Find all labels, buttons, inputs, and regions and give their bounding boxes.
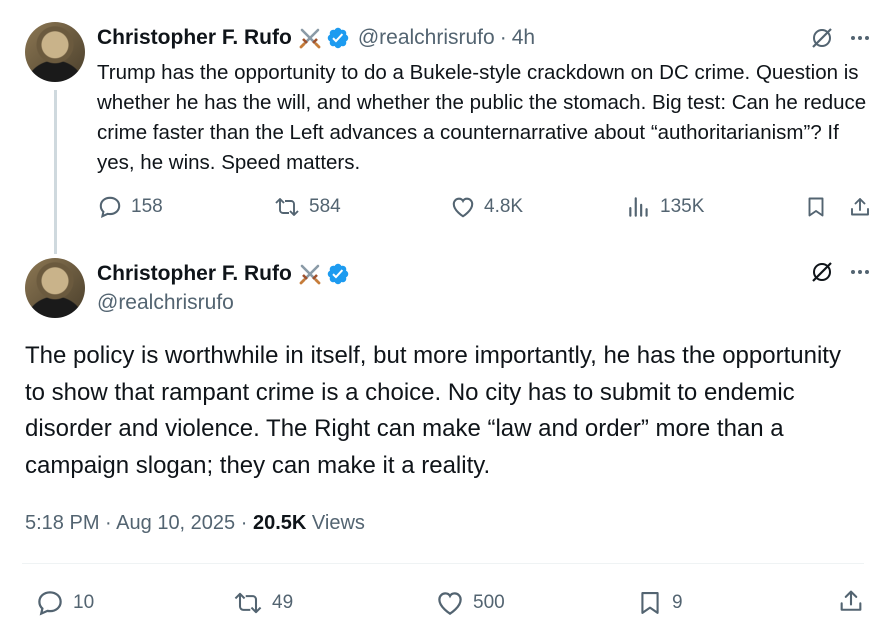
like-icon bbox=[438, 592, 462, 615]
like-button[interactable]: 500 bbox=[435, 588, 505, 618]
separator-dot: · bbox=[240, 512, 248, 534]
repost-count: 584 bbox=[309, 196, 341, 217]
tweet1-header: Christopher F. Rufo @realchrisrufo · 4h bbox=[97, 24, 535, 52]
author-name[interactable]: Christopher F. Rufo bbox=[97, 262, 292, 286]
tweet-time[interactable]: 4h bbox=[512, 26, 535, 50]
views-button[interactable]: 135K bbox=[626, 194, 704, 220]
author-name[interactable]: Christopher F. Rufo bbox=[97, 26, 292, 50]
bookmark-count: 9 bbox=[672, 592, 683, 613]
views-icon bbox=[629, 197, 648, 217]
bookmark-icon[interactable] bbox=[803, 194, 829, 220]
thread-connector-line bbox=[54, 90, 57, 254]
author-handle[interactable]: @realchrisrufo bbox=[358, 26, 495, 50]
grok-icon[interactable] bbox=[808, 258, 836, 286]
like-button[interactable]: 4.8K bbox=[450, 194, 523, 220]
tweet-date[interactable]: Aug 10, 2025 bbox=[116, 512, 235, 534]
reply-button[interactable]: 158 bbox=[97, 194, 163, 220]
repost-button[interactable]: 49 bbox=[232, 588, 293, 618]
repost-icon bbox=[275, 198, 299, 216]
swords-emoji-icon bbox=[299, 28, 321, 49]
like-count: 4.8K bbox=[484, 196, 524, 217]
divider bbox=[22, 563, 864, 564]
reply-icon bbox=[99, 196, 121, 218]
tweet2-header: Christopher F. Rufo bbox=[97, 260, 350, 288]
avatar[interactable] bbox=[25, 22, 85, 82]
author-handle[interactable]: @realchrisrufo bbox=[97, 291, 234, 315]
views-count: 135K bbox=[660, 196, 705, 217]
tweet1-text: Trump has the opportunity to do a Bukele… bbox=[97, 61, 867, 174]
bookmark-icon bbox=[641, 592, 659, 614]
like-count: 500 bbox=[473, 592, 505, 613]
views-count: 20.5K bbox=[252, 512, 307, 534]
repost-icon bbox=[234, 592, 262, 614]
tweet2-text: The policy is worthwhile in itself, but … bbox=[25, 342, 841, 479]
avatar[interactable] bbox=[25, 258, 85, 318]
bookmark-button[interactable]: 9 bbox=[636, 588, 683, 618]
more-icon[interactable] bbox=[846, 24, 874, 52]
reply-count: 10 bbox=[73, 592, 95, 613]
share-icon[interactable] bbox=[836, 586, 866, 616]
repost-count: 49 bbox=[272, 592, 294, 613]
like-icon bbox=[452, 197, 474, 218]
reply-count: 158 bbox=[131, 196, 163, 217]
tweet-metadata: 5:18 PM · Aug 10, 2025 · 20.5K Views bbox=[25, 512, 365, 535]
share-icon[interactable] bbox=[847, 194, 873, 220]
reply-button[interactable]: 10 bbox=[35, 588, 94, 618]
swords-emoji-icon bbox=[299, 264, 321, 285]
more-icon[interactable] bbox=[846, 258, 874, 286]
verified-badge-icon[interactable] bbox=[326, 26, 350, 50]
views-label: Views bbox=[311, 512, 365, 534]
repost-button[interactable]: 584 bbox=[273, 194, 341, 220]
reply-icon bbox=[38, 591, 62, 616]
grok-icon[interactable] bbox=[808, 24, 836, 52]
separator-dot: · bbox=[499, 26, 507, 49]
tweet-time[interactable]: 5:18 PM bbox=[25, 512, 99, 534]
separator-dot: · bbox=[105, 512, 112, 534]
verified-badge-icon[interactable] bbox=[326, 262, 350, 286]
